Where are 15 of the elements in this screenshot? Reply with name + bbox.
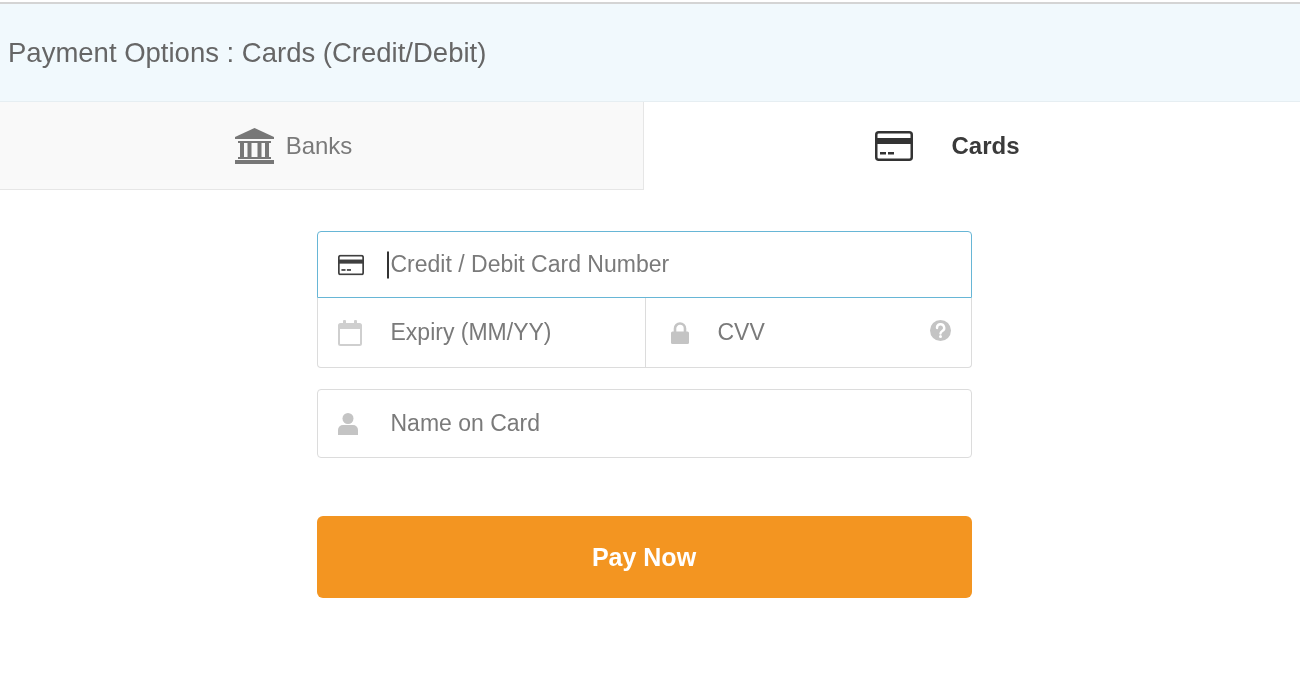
card-number-field[interactable]: Credit / Debit Card Number (316, 231, 972, 298)
text-caret (386, 251, 389, 278)
user-icon (337, 412, 358, 435)
calendar-icon (337, 320, 362, 346)
pay-now-button[interactable]: Pay Now (316, 516, 972, 598)
tab[interactable]: Banks (0, 102, 644, 190)
help-icon[interactable] (929, 320, 951, 341)
credit-card-icon (875, 130, 914, 161)
expiry-field[interactable]: Expiry (MM/YY) (316, 298, 646, 368)
cvv-field[interactable]: CVV (645, 298, 972, 368)
name-field[interactable]: Name on Card (316, 389, 972, 458)
credit-card-icon (337, 254, 364, 275)
bank-icon (234, 127, 274, 164)
lock-icon (670, 322, 689, 344)
page-title: Payment Options : Cards (Credit/Debit) (8, 36, 487, 69)
